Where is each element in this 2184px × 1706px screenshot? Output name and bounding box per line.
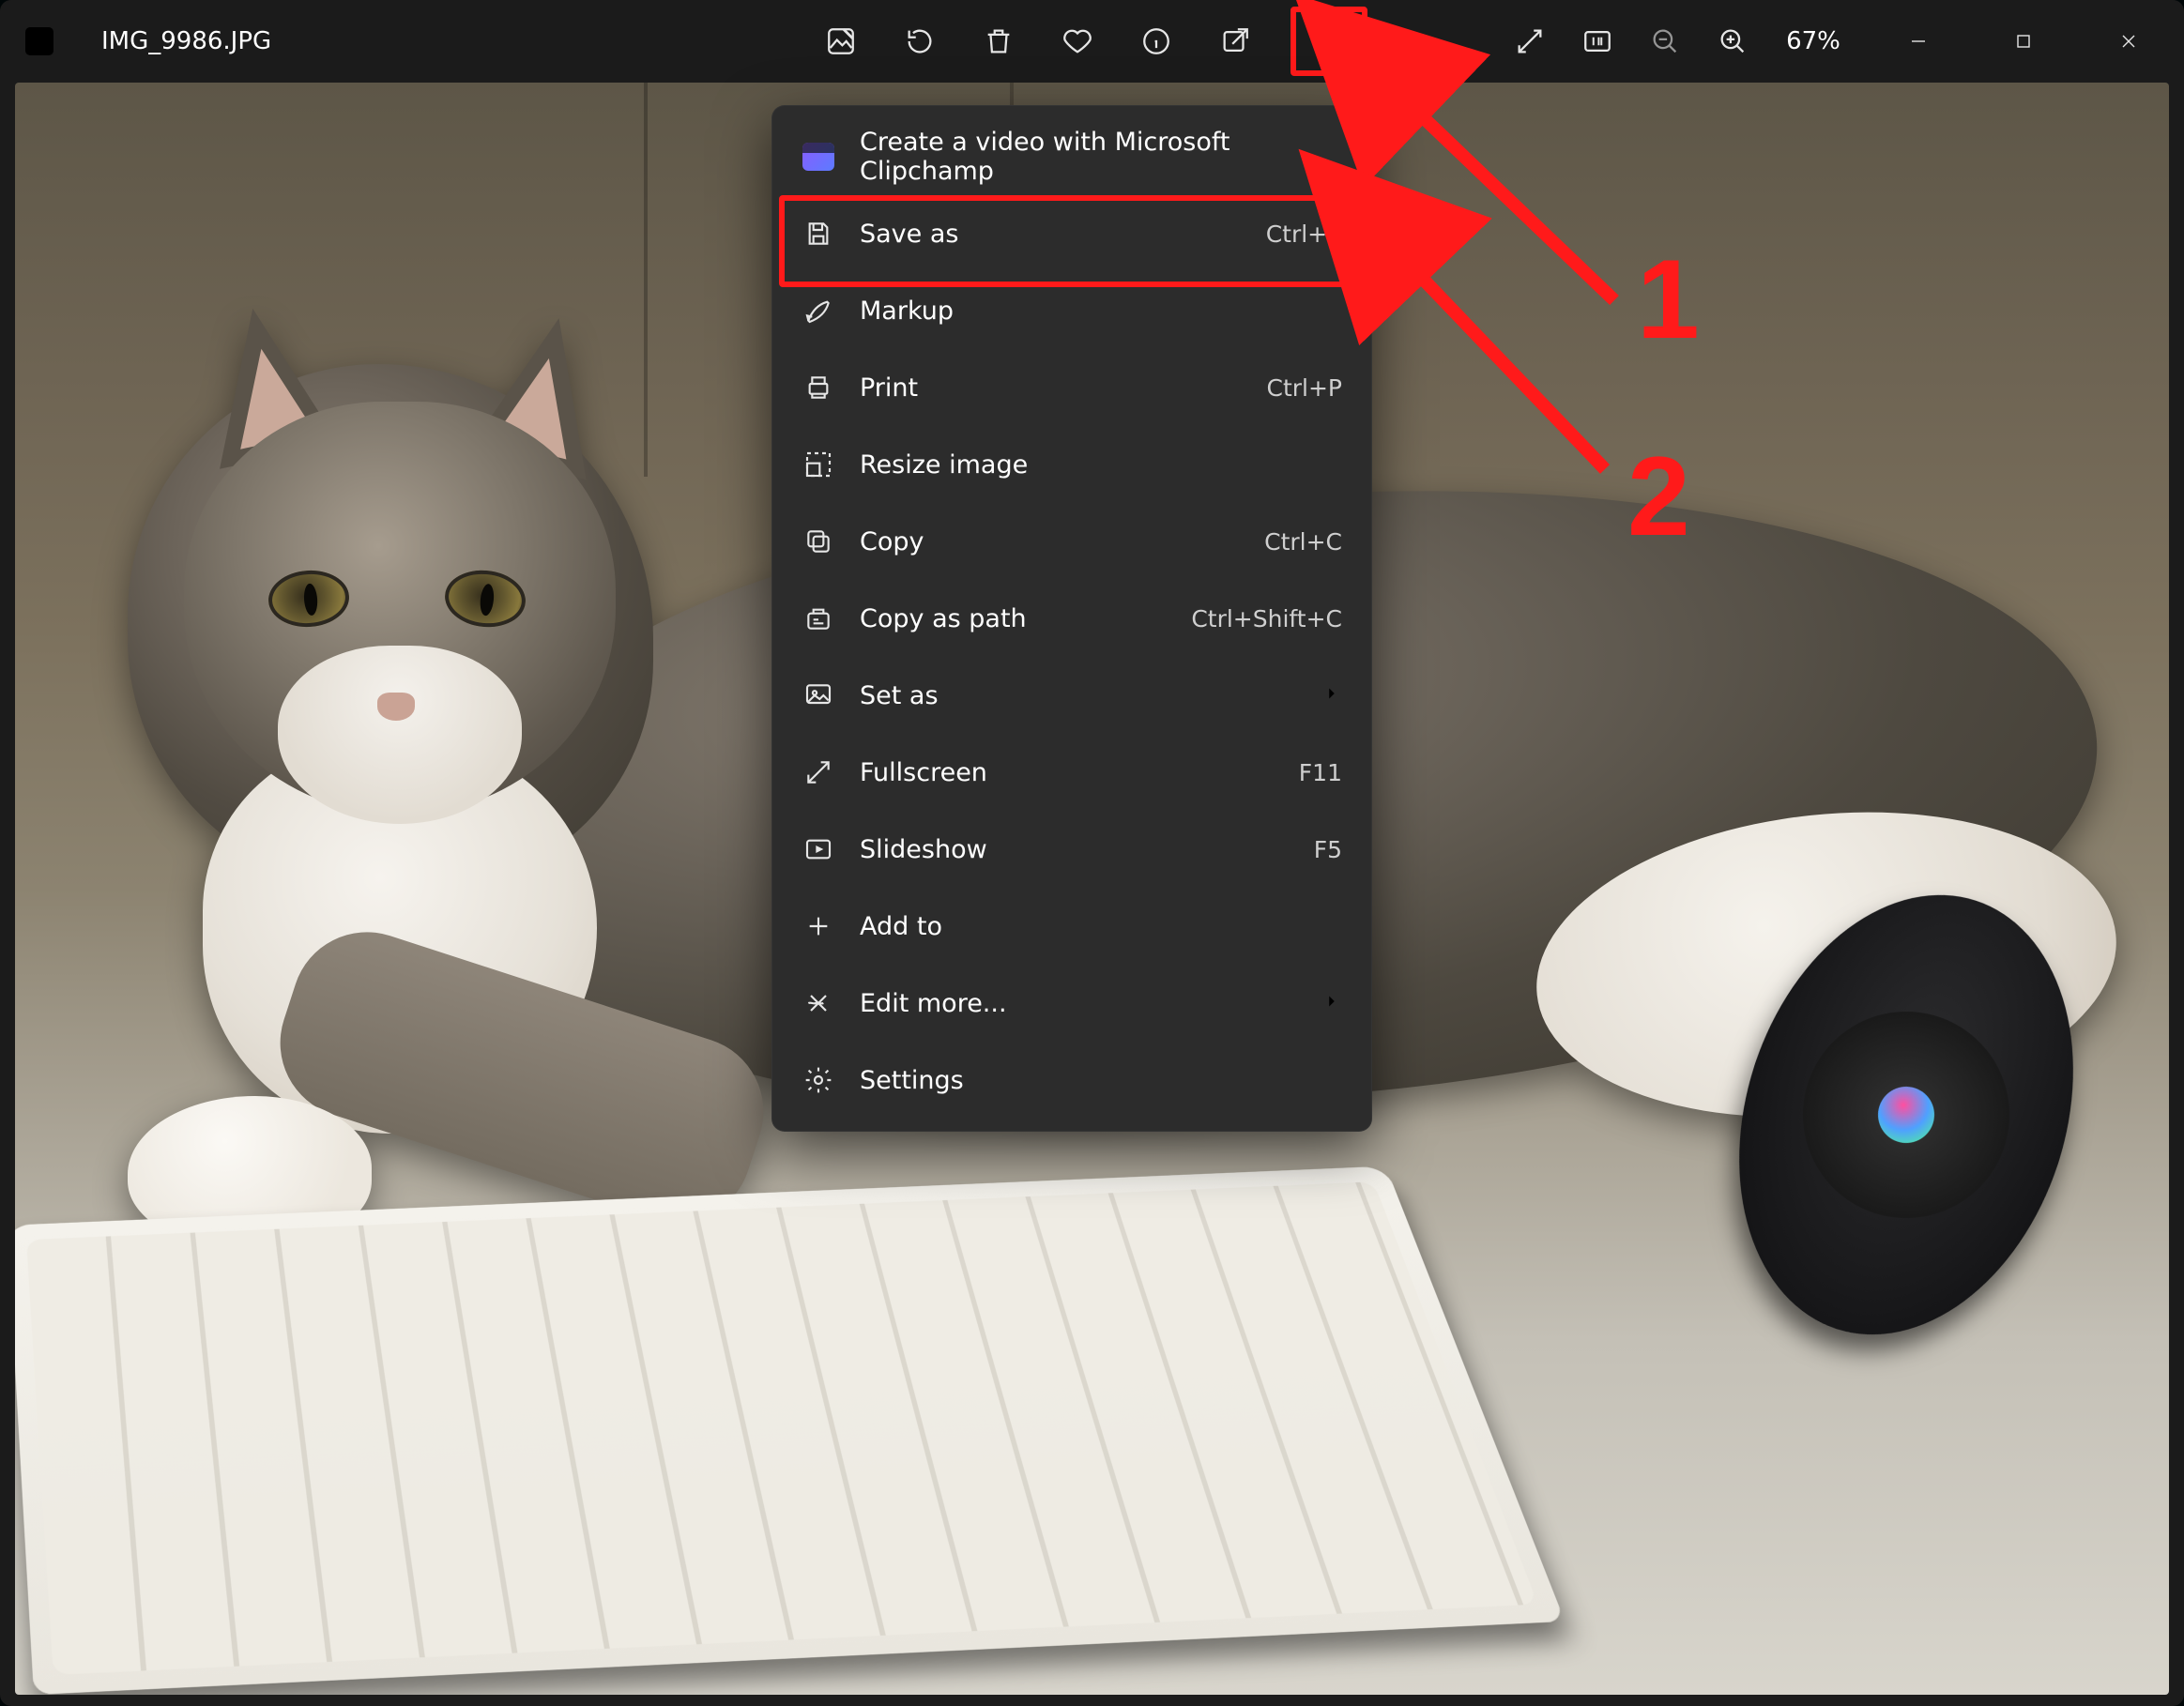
set-as-icon [802,678,835,712]
chevron-right-icon [1321,682,1342,709]
fullscreen-icon [802,755,835,789]
titlebar-center-tools [817,0,1367,83]
resize-icon [802,448,835,481]
copy-path-icon [802,602,835,635]
photo-subject-cat [71,251,710,1096]
zoom-out-button[interactable] [1642,18,1688,65]
window-minimize-button[interactable] [1876,0,1961,83]
slideshow-icon [802,832,835,866]
menu-item-edit-more[interactable]: Edit more... [771,965,1372,1042]
clipchamp-icon [802,140,835,174]
annotation-arrow-2 [1370,216,1671,520]
menu-item-set-as[interactable]: Set as [771,657,1372,734]
menu-item-shortcut: F5 [1314,836,1342,863]
zoom-in-button[interactable] [1709,18,1756,65]
share-button[interactable] [1212,18,1259,65]
menu-item-markup[interactable]: Markup [771,272,1372,349]
rotate-button[interactable] [896,18,943,65]
settings-icon [802,1063,835,1097]
menu-item-shortcut: Ctrl+P [1266,374,1342,402]
photo-keyboard-decoration [15,1166,1565,1695]
window-maximize-button[interactable] [1981,0,2066,83]
edit-image-button[interactable] [817,18,864,65]
menu-item-shortcut: F11 [1299,759,1342,786]
menu-item-label: Slideshow [860,835,1290,864]
copy-icon [802,525,835,558]
menu-item-print[interactable]: Print Ctrl+P [771,349,1372,426]
menu-item-settings[interactable]: Settings [771,1042,1372,1119]
menu-item-label: Add to [860,912,1342,941]
photos-app-icon [21,23,58,60]
annotation-label-2: 2 [1627,432,1690,561]
info-button[interactable] [1133,18,1180,65]
actual-size-button[interactable] [1574,18,1621,65]
menu-item-label: Markup [860,297,1342,326]
menu-item-label: Copy [860,527,1240,556]
markup-icon [802,294,835,327]
menu-item-shortcut: Ctrl+S [1266,221,1342,248]
delete-button[interactable] [975,18,1022,65]
favorite-button[interactable] [1054,18,1101,65]
menu-item-label: Settings [860,1066,1342,1095]
menu-item-clipchamp[interactable]: Create a video with Microsoft Clipchamp [771,118,1372,195]
fit-to-window-button[interactable] [1506,18,1553,65]
menu-item-copy[interactable]: Copy Ctrl+C [771,503,1372,580]
print-icon [802,371,835,404]
menu-item-resize[interactable]: Resize image [771,426,1372,503]
menu-item-save-as[interactable]: Save as Ctrl+S [771,195,1372,272]
titlebar-right-tools: 67% [1506,0,2184,83]
titlebar: IMG_9986.JPG [0,0,2184,83]
chevron-right-icon [1321,990,1342,1017]
more-options-button[interactable] [1291,7,1367,76]
menu-item-label: Print [860,373,1242,403]
menu-item-label: Save as [860,220,1242,249]
filename-label: IMG_9986.JPG [101,27,271,55]
menu-item-fullscreen[interactable]: Fullscreen F11 [771,734,1372,811]
menu-item-label: Set as [860,681,1297,710]
menu-item-label: Edit more... [860,989,1297,1018]
more-options-menu: Create a video with Microsoft Clipchamp … [771,105,1372,1132]
menu-item-label: Resize image [860,450,1342,480]
zoom-percent-label[interactable]: 67% [1777,27,1856,55]
menu-item-slideshow[interactable]: Slideshow F5 [771,811,1372,888]
menu-item-label: Create a video with Microsoft Clipchamp [860,128,1342,186]
photos-app-window: IMG_9986.JPG [0,0,2184,1706]
menu-item-label: Copy as path [860,604,1167,633]
menu-item-label: Fullscreen [860,758,1275,787]
window-close-button[interactable] [2086,0,2171,83]
add-icon [802,909,835,943]
menu-item-shortcut: Ctrl+C [1264,528,1342,556]
save-icon [802,217,835,251]
menu-item-copy-as-path[interactable]: Copy as path Ctrl+Shift+C [771,580,1372,657]
edit-more-icon [802,986,835,1020]
menu-item-shortcut: Ctrl+Shift+C [1191,605,1342,632]
menu-item-add-to[interactable]: Add to [771,888,1372,965]
